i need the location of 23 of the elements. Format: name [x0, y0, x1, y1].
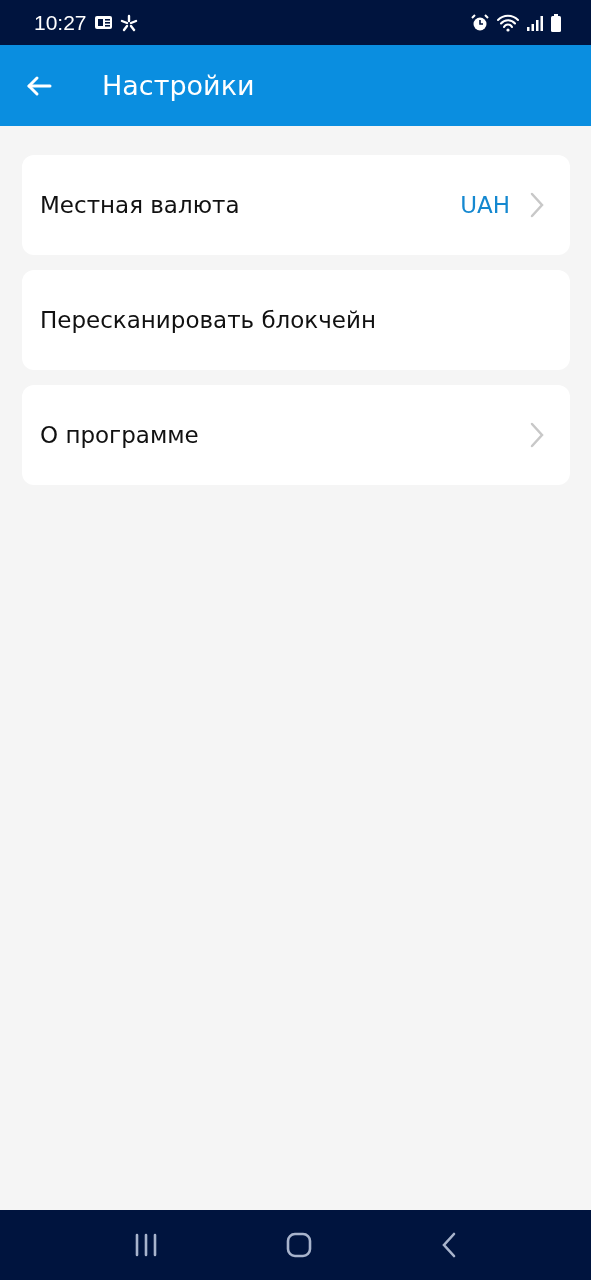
settings-item[interactable]: Местная валюта UAH — [22, 155, 570, 255]
setting-label: О программе — [40, 422, 200, 448]
home-button[interactable] — [286, 1232, 313, 1258]
battery-icon — [551, 13, 561, 32]
message-icon — [94, 16, 112, 29]
home-icon — [286, 1232, 313, 1258]
back-arrow-icon — [26, 74, 52, 97]
setting-label: Местная валюта — [40, 192, 241, 218]
status-time: 10:27 — [34, 10, 87, 35]
recent-apps-icon — [134, 1233, 159, 1257]
recent-apps-button[interactable] — [134, 1233, 159, 1257]
wifi-icon — [497, 13, 519, 32]
settings-item[interactable]: О программе — [22, 385, 570, 485]
screen-title: Настройки — [102, 70, 255, 101]
signal-icon — [527, 14, 543, 31]
alarm-icon — [471, 13, 489, 32]
settings-item[interactable]: Пересканировать блокчейн — [22, 270, 570, 370]
back-chevron-icon — [440, 1232, 457, 1258]
setting-label: Пересканировать блокчейн — [40, 307, 377, 333]
back-nav-button[interactable] — [440, 1232, 457, 1258]
back-button[interactable] — [26, 74, 52, 97]
sparkle-icon — [119, 13, 138, 32]
setting-value: UAH — [460, 192, 510, 218]
